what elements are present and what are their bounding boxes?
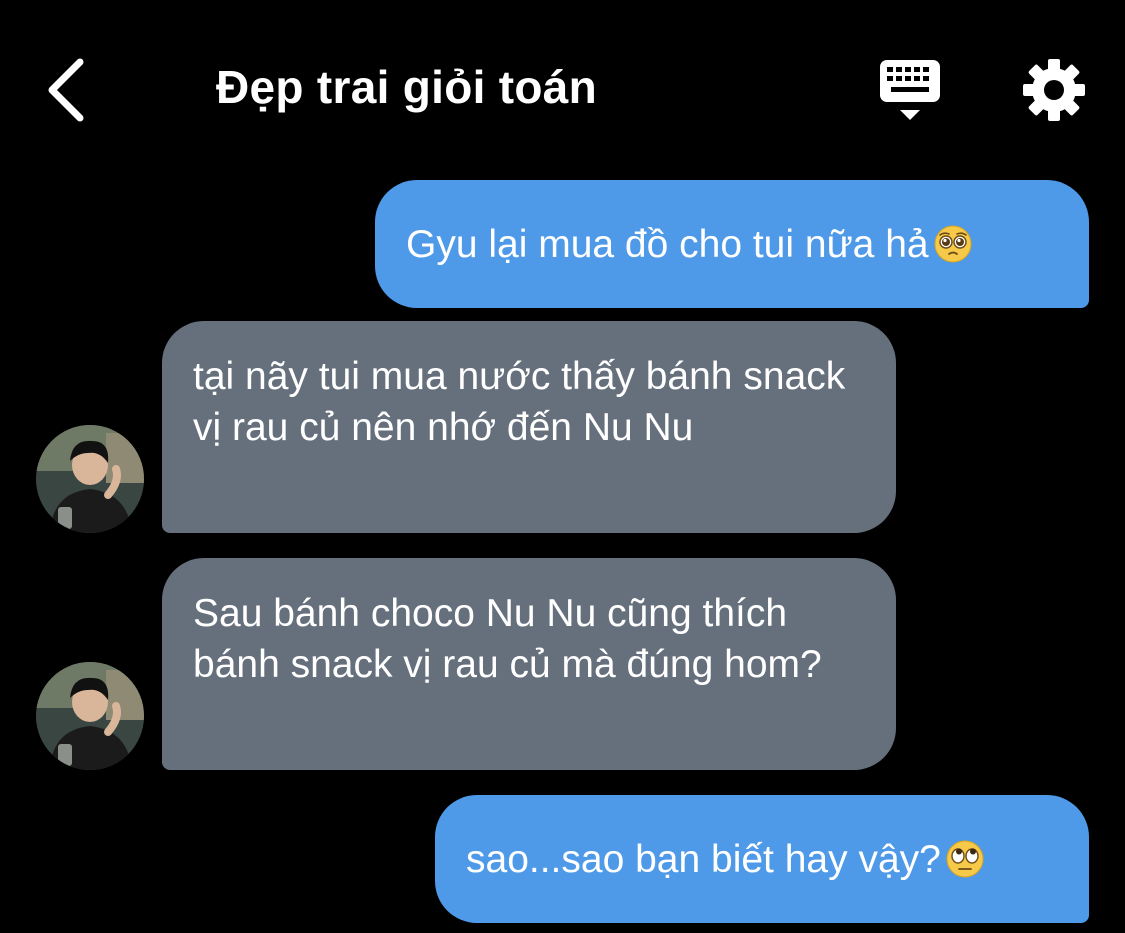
conversation-title: Đẹp trai giỏi toán <box>216 61 598 113</box>
message-text: tại nãy tui mua nước thấy bánh snack vị … <box>193 355 846 449</box>
message-bubble-outgoing[interactable]: Gyu lại mua đồ cho tui nữa hả <box>375 180 1089 308</box>
chat-header: Đẹp trai giỏi toán <box>0 0 1125 170</box>
avatar-photo <box>36 662 144 770</box>
back-button[interactable] <box>36 50 106 130</box>
eye-roll-face-emoji-icon <box>946 840 984 878</box>
settings-button[interactable] <box>1018 54 1090 126</box>
message-bubble-incoming[interactable]: tại nãy tui mua nước thấy bánh snack vị … <box>162 321 896 533</box>
keyboard-button[interactable] <box>872 56 948 126</box>
message-text: Sau bánh choco Nu Nu cũng thích bánh sna… <box>193 592 822 686</box>
message-text: Gyu lại mua đồ cho tui nữa hả <box>406 222 929 266</box>
chevron-left-icon <box>48 58 84 122</box>
contact-avatar[interactable] <box>36 425 144 533</box>
message-bubble-incoming[interactable]: Sau bánh choco Nu Nu cũng thích bánh sna… <box>162 558 896 770</box>
message-text: sao...sao bạn biết hay vậy? <box>466 837 941 881</box>
avatar-photo <box>36 425 144 533</box>
gear-icon <box>1023 59 1085 121</box>
keyboard-icon <box>880 60 940 120</box>
message-bubble-outgoing[interactable]: sao...sao bạn biết hay vậy? <box>435 795 1089 923</box>
pleading-face-emoji-icon <box>934 225 972 263</box>
contact-avatar[interactable] <box>36 662 144 770</box>
